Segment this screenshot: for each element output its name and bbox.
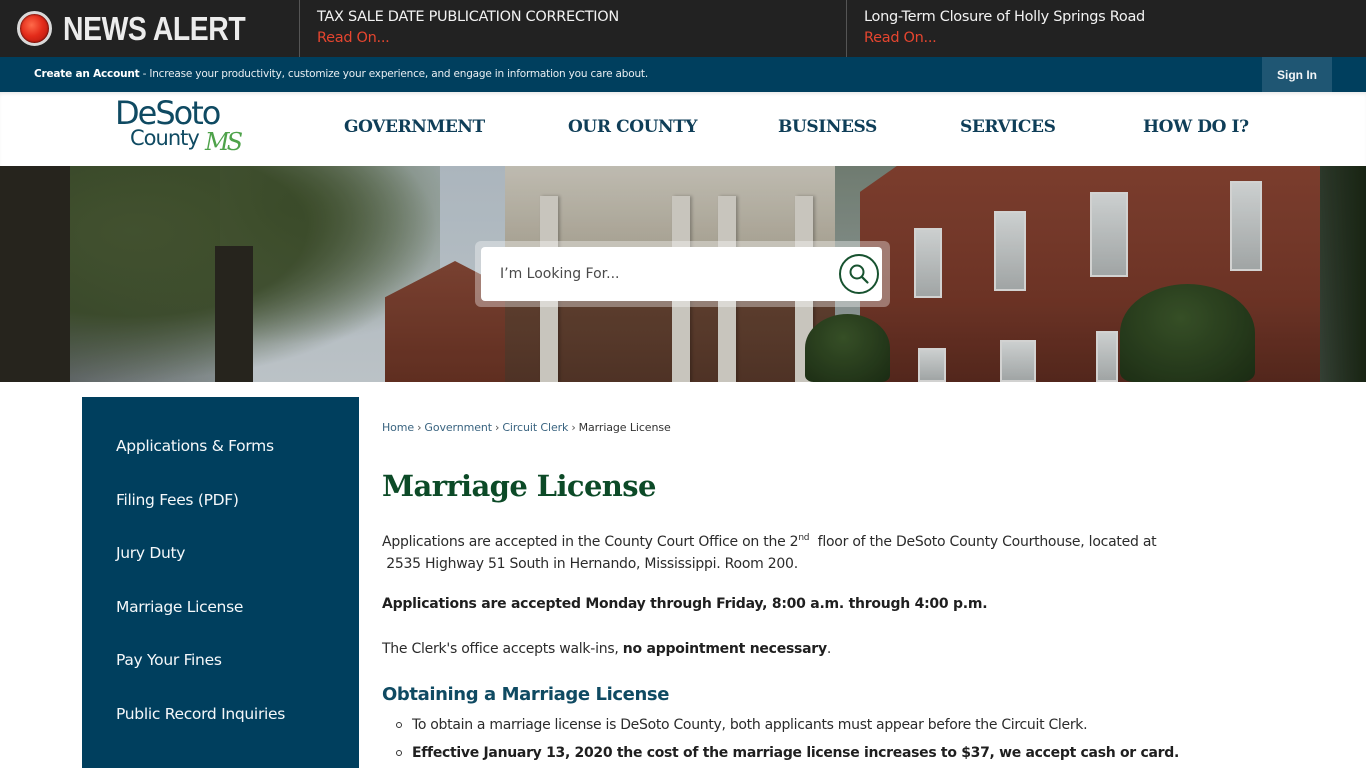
list-item: To obtain a marriage license is DeSoto C… (382, 711, 1179, 739)
walkins-text: The Clerk's office accepts walk-ins, (382, 641, 623, 657)
sidebar-item-marriage-license[interactable]: Marriage License (116, 598, 243, 616)
alert-light-icon (17, 11, 52, 46)
nav-how-do-i[interactable]: HOW DO I? (1143, 117, 1249, 137)
sidebar-item-jury-duty[interactable]: Jury Duty (116, 544, 185, 562)
site-header: DeSoto County MS GOVERNMENT OUR COUNTY B… (0, 92, 1366, 166)
nav-our-county[interactable]: OUR COUNTY (568, 117, 698, 137)
sign-in-button[interactable]: Sign In (1262, 57, 1332, 92)
requirements-list: To obtain a marriage license is DeSoto C… (382, 711, 1179, 767)
search-input[interactable] (481, 247, 821, 301)
breadcrumb-separator: › (495, 421, 500, 434)
alert-item[interactable]: TAX SALE DATE PUBLICATION CORRECTION Rea… (300, 0, 847, 57)
alert-headline[interactable]: Long-Term Closure of Holly Springs Road (864, 8, 1366, 27)
sidebar-item-applications-forms[interactable]: Applications & Forms (116, 437, 274, 455)
alert-headline[interactable]: TAX SALE DATE PUBLICATION CORRECTION (317, 8, 846, 27)
list-item-text: To obtain a marriage license is DeSoto C… (412, 717, 1088, 733)
intro-address: 2535 Highway 51 South in Hernando, Missi… (382, 556, 798, 572)
hours-text: Applications are accepted Monday through… (382, 596, 988, 612)
alert-read-on-link[interactable]: Read On... (317, 27, 846, 50)
intro-text: Applications are accepted in the County … (382, 534, 799, 550)
breadcrumb-government[interactable]: Government (424, 421, 492, 434)
list-item-text: Effective January 13, 2020 the cost of t… (412, 745, 1179, 761)
breadcrumb-separator: › (571, 421, 576, 434)
account-message-text: - Increase your productivity, customize … (139, 68, 649, 80)
logo-suffix: MS (205, 128, 243, 156)
alert-item[interactable]: Long-Term Closure of Holly Springs Road … (847, 0, 1366, 57)
hours-paragraph: Applications are accepted Monday through… (382, 593, 988, 615)
news-alert-title: NEWS ALERT (63, 9, 246, 47)
site-search (475, 241, 890, 307)
news-alert-brand: NEWS ALERT (0, 0, 300, 57)
breadcrumb: Home › Government › Circuit Clerk › Marriage L… (382, 421, 671, 434)
logo-line1: DeSoto (115, 94, 221, 132)
bullet-icon (396, 722, 402, 728)
sidebar-item-public-record-inquiries[interactable]: Public Record Inquiries (116, 705, 285, 723)
page-title: Marriage License (382, 469, 656, 503)
account-message: Create an Account - Increase your produc… (34, 68, 648, 80)
logo-line2: County (130, 126, 200, 150)
walkins-paragraph: The Clerk's office accepts walk-ins, no … (382, 638, 831, 660)
create-account-link[interactable]: Create an Account (34, 68, 140, 80)
news-alert-bar: NEWS ALERT TAX SALE DATE PUBLICATION COR… (0, 0, 1366, 57)
search-icon (849, 264, 869, 284)
walkins-end: . (826, 641, 832, 657)
county-logo[interactable]: DeSoto County MS (115, 96, 255, 160)
alert-read-on-link[interactable]: Read On... (864, 27, 1366, 50)
section-heading: Obtaining a Marriage License (382, 684, 670, 705)
nav-government[interactable]: GOVERNMENT (344, 117, 485, 137)
breadcrumb-separator: › (417, 421, 422, 434)
list-item: Effective January 13, 2020 the cost of t… (382, 739, 1179, 767)
search-box (481, 247, 882, 301)
walkins-emphasis: no appointment necessary (622, 641, 827, 657)
sidebar-item-pay-your-fines[interactable]: Pay Your Fines (116, 651, 222, 669)
sidebar-nav: Applications & Forms Filing Fees (PDF) J… (82, 397, 359, 768)
intro-paragraph: Applications are accepted in the County … (382, 527, 1157, 575)
account-bar: Create an Account - Increase your produc… (0, 57, 1366, 92)
intro-superscript: nd (798, 533, 810, 543)
breadcrumb-home[interactable]: Home (382, 421, 414, 434)
intro-text: floor of the DeSoto County Courthouse, l… (809, 534, 1157, 550)
nav-services[interactable]: SERVICES (960, 117, 1056, 137)
breadcrumb-circuit-clerk[interactable]: Circuit Clerk (502, 421, 568, 434)
sidebar-item-filing-fees[interactable]: Filing Fees (PDF) (116, 491, 239, 509)
breadcrumb-current: Marriage License (578, 421, 671, 434)
nav-business[interactable]: BUSINESS (778, 117, 877, 137)
search-button[interactable] (839, 254, 879, 294)
bullet-icon (396, 750, 402, 756)
